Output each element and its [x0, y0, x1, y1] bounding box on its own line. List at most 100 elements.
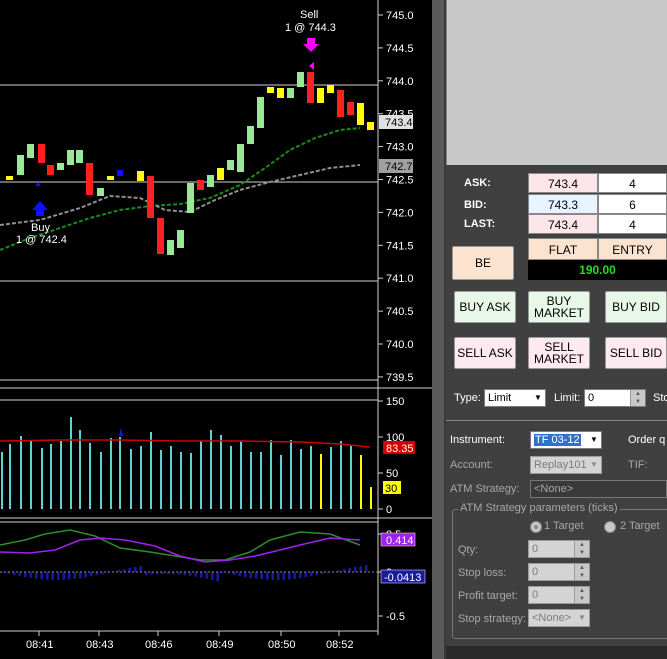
candle — [177, 230, 184, 248]
volume-bar — [240, 441, 242, 509]
osc-hist-bar — [40, 572, 43, 580]
osc-hist-bar — [255, 572, 258, 579]
volume-bar — [119, 437, 121, 509]
osc-hist-bar — [73, 572, 76, 579]
osc-hist-bar — [266, 572, 269, 580]
candle — [207, 175, 214, 187]
order-marker-icon — [117, 170, 123, 176]
osc-hist-bar — [288, 572, 291, 580]
candle — [287, 88, 294, 98]
order-type-select[interactable]: Limit ▼ — [484, 389, 546, 407]
instrument-value: TF 03-12 — [534, 434, 581, 446]
osc-tag-1-text: 0.414 — [386, 535, 414, 547]
sell-marker-label: Sell — [300, 9, 318, 21]
osc-hist-bar — [282, 572, 285, 580]
volume-bar — [70, 417, 72, 509]
stop-strategy-select[interactable]: <None> ▼ — [528, 609, 590, 627]
spin-down-icon[interactable]: ▼ — [630, 398, 645, 406]
osc-hist-bar — [62, 572, 65, 580]
time-axis-label: 08:50 — [268, 639, 296, 651]
volume-bar — [79, 430, 81, 509]
volume-bar — [370, 487, 372, 509]
osc-hist-bar — [29, 572, 32, 578]
candle — [217, 168, 224, 180]
spin-down-icon[interactable]: ▼ — [574, 595, 589, 603]
price-axis-label: 745.0 — [386, 10, 414, 22]
volume-bar — [200, 441, 202, 509]
candle — [337, 90, 344, 117]
osc-hist-bar — [260, 572, 263, 580]
account-label: Account: — [450, 459, 493, 471]
volume-bar — [260, 452, 262, 509]
target1-radio[interactable] — [530, 521, 542, 533]
price-chart[interactable]: 745.0744.5744.0743.5743.0742.5742.0741.5… — [0, 0, 432, 659]
sell-ask-button[interactable]: SELL ASK — [454, 337, 516, 369]
volume-bar — [310, 446, 312, 509]
spin-up-icon[interactable]: ▲ — [574, 587, 589, 595]
volume-bar — [170, 446, 172, 509]
osc-hist-bar — [128, 567, 131, 572]
atm-strategy-select[interactable]: <None> — [530, 480, 667, 498]
account-select[interactable]: Replay101 ▼ — [530, 456, 602, 474]
spin-down-icon[interactable]: ▼ — [574, 549, 589, 557]
volume-axis-label: 50 — [386, 468, 398, 480]
osc-hist-bar — [24, 572, 27, 578]
candle — [317, 88, 324, 103]
sell-bid-button[interactable]: SELL BID — [605, 337, 667, 369]
chevron-down-icon: ▼ — [534, 393, 542, 402]
osc-hist-bar — [244, 572, 247, 578]
volume-bar — [9, 444, 11, 509]
volume-bar — [160, 450, 162, 509]
osc-hist-bar — [216, 572, 219, 582]
candle — [367, 122, 374, 130]
spin-up-icon[interactable]: ▲ — [574, 564, 589, 572]
osc-hist-bar — [46, 572, 49, 580]
order-entry-panel: ASK: 743.4 4 BID: 743.3 6 LAST: 743.4 4 … — [432, 0, 667, 659]
osc-hist-bar — [79, 572, 82, 579]
osc-hist-bar — [134, 566, 137, 572]
candle — [277, 88, 284, 98]
osc-hist-bar — [277, 572, 280, 580]
osc-hist-bar — [271, 572, 274, 580]
sell-market-button[interactable]: SELL MARKET — [528, 337, 590, 369]
target2-radio[interactable] — [604, 521, 616, 533]
panel-top-area — [446, 0, 667, 165]
sell-marker-detail: 1 @ 744.3 — [285, 22, 336, 34]
price-axis-label: 741.0 — [386, 273, 414, 285]
limit-price-input[interactable]: 0 ▲ ▼ — [584, 389, 646, 407]
volume-bar — [190, 453, 192, 509]
candle — [86, 163, 93, 195]
target2-label: 2 Target — [620, 520, 660, 532]
osc-hist-bar — [57, 572, 60, 580]
panel-border — [432, 0, 444, 659]
spin-up-icon[interactable]: ▲ — [574, 541, 589, 549]
buy-ask-button[interactable]: BUY ASK — [454, 291, 516, 323]
osc-hist-bar — [348, 567, 351, 572]
buy-market-button[interactable]: BUY MARKET — [528, 291, 590, 323]
stop-loss-input[interactable]: 0 ▲ ▼ — [528, 563, 590, 581]
target1-label: 1 Target — [544, 520, 584, 532]
spin-down-icon[interactable]: ▼ — [574, 572, 589, 580]
instrument-select[interactable]: TF 03-12 ▼ — [530, 431, 602, 449]
time-axis-label: 08:43 — [86, 639, 114, 651]
candle — [157, 218, 164, 254]
profit-target-input[interactable]: 0 ▲ ▼ — [528, 586, 590, 604]
breakeven-button[interactable]: BE — [452, 246, 514, 280]
osc-hist-bar — [299, 572, 302, 579]
volume-bar — [330, 447, 332, 509]
volume-bar — [20, 436, 22, 509]
instrument-label: Instrument: — [450, 434, 506, 446]
pnl-display: 190.00 — [528, 260, 667, 280]
osc-hist-bar — [35, 572, 38, 579]
candle — [17, 155, 24, 175]
buy-bid-button[interactable]: BUY BID — [605, 291, 667, 323]
last-price: 743.4 — [528, 214, 598, 234]
spin-up-icon[interactable]: ▲ — [630, 390, 645, 398]
volume-bar — [300, 449, 302, 509]
candle — [237, 144, 244, 172]
volume-bar — [250, 452, 252, 509]
volume-bar — [89, 443, 91, 509]
ask-price: 743.4 — [528, 173, 598, 193]
candle — [247, 126, 254, 144]
qty-input[interactable]: 0 ▲ ▼ — [528, 540, 590, 558]
